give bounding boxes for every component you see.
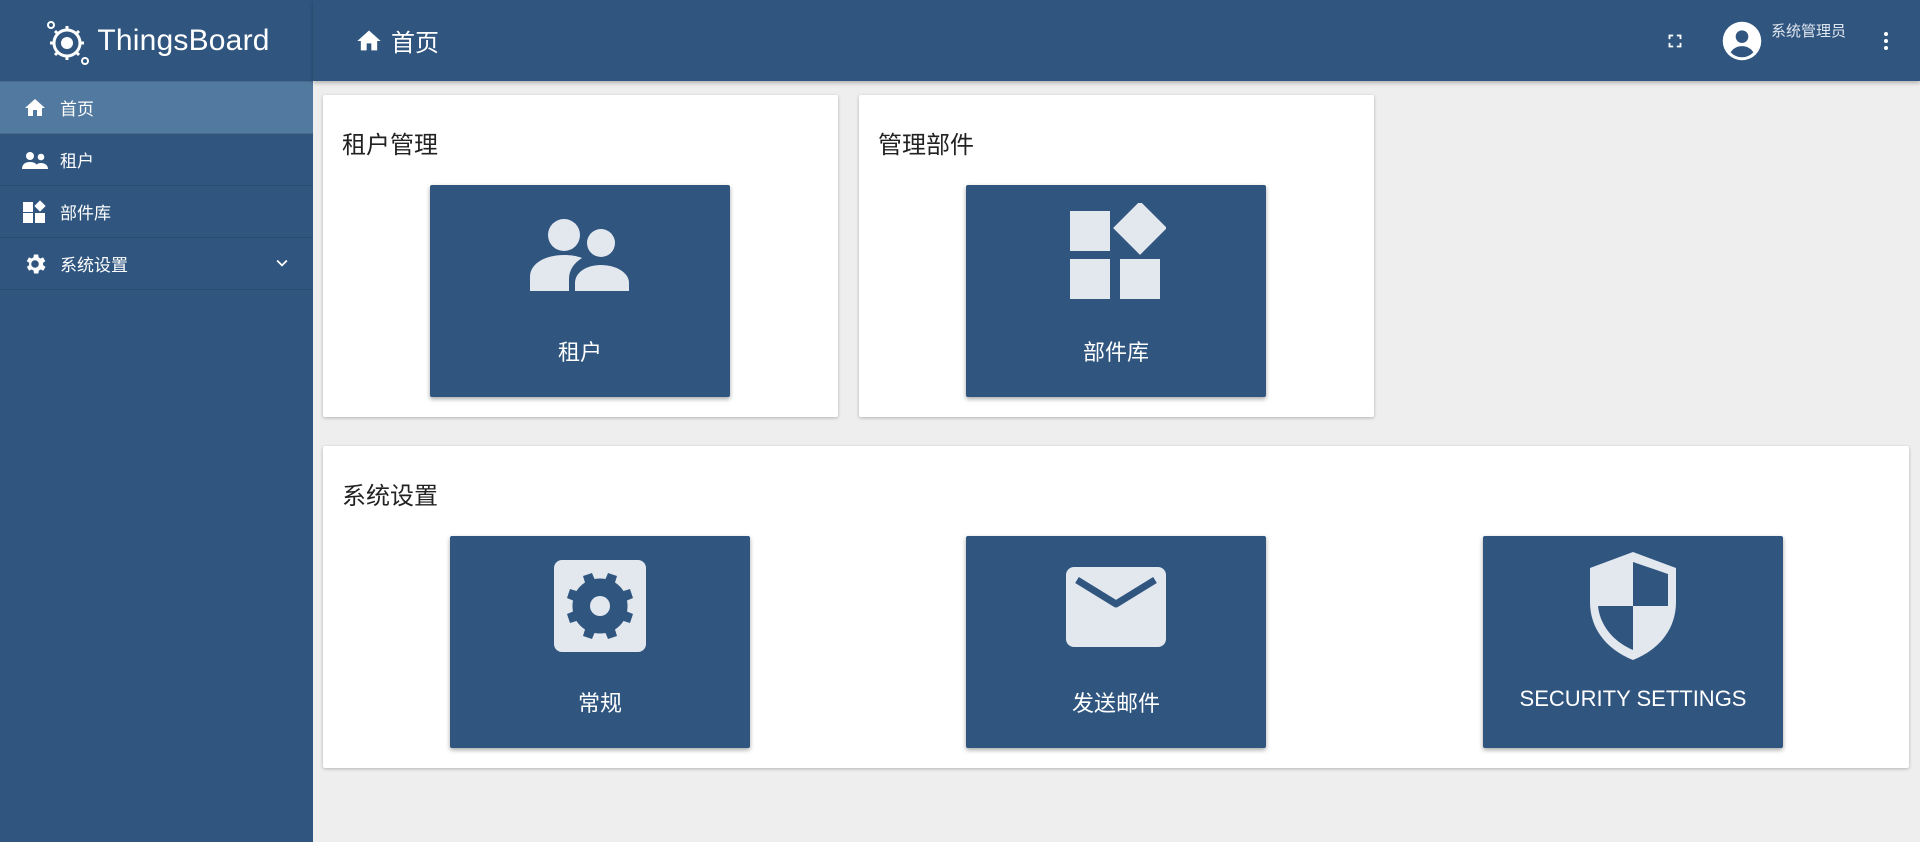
sidebar-item-label: 租户 (60, 152, 94, 171)
gear-icon (450, 560, 750, 652)
general-settings-tile[interactable]: 常规 (450, 536, 750, 748)
shield-icon (1483, 550, 1783, 662)
gear-icon (20, 252, 50, 276)
widgets-icon (966, 203, 1266, 303)
thingsboard-logo-icon (47, 20, 90, 65)
widgets-library-tile[interactable]: 部件库 (966, 185, 1266, 397)
sidebar-item-label: 首页 (60, 100, 94, 119)
fullscreen-icon (1668, 34, 1682, 47)
system-settings-card: 系统设置 常规 发送邮件 SECURITY SETTINGS (323, 446, 1909, 768)
sidebar-item-home[interactable]: 首页 (0, 82, 313, 134)
mail-settings-tile[interactable]: 发送邮件 (966, 536, 1266, 748)
sidebar-item-label: 部件库 (60, 204, 111, 223)
top-actions: 系统管理员 (1655, 0, 1920, 81)
home-icon (357, 30, 381, 50)
mail-icon (966, 566, 1266, 648)
sidebar: ThingsBoard 首页 租户 部件库 系统设置 (0, 0, 313, 842)
user-name: 系统管理员 (1770, 23, 1846, 40)
sidebar-item-widgets[interactable]: 部件库 (0, 186, 313, 238)
chevron-down-icon[interactable] (271, 252, 293, 279)
sidebar-item-label: 系统设置 (60, 256, 128, 275)
tenant-management-card: 租户管理 租户 (323, 95, 838, 417)
tenants-tile[interactable]: 租户 (430, 185, 730, 397)
card-title: 系统设置 (342, 483, 438, 510)
logo[interactable]: ThingsBoard (0, 0, 313, 82)
tile-label: 租户 (557, 340, 602, 365)
tile-label: SECURITY SETTINGS (1519, 686, 1747, 711)
sidebar-item-system-settings[interactable]: 系统设置 (0, 238, 313, 290)
more-vert-icon (1884, 31, 1888, 50)
users-icon (430, 217, 730, 291)
security-settings-tile[interactable]: SECURITY SETTINGS (1483, 536, 1783, 748)
home-icon (20, 96, 50, 120)
avatar (1722, 21, 1762, 61)
breadcrumb: 首页 (355, 23, 439, 58)
more-menu-button[interactable] (1866, 21, 1906, 61)
card-title: 管理部件 (878, 132, 974, 159)
page-title: 首页 (391, 30, 439, 57)
tile-label: 部件库 (1082, 340, 1149, 365)
user-menu[interactable]: 系统管理员 (1721, 0, 1846, 81)
widgets-icon (20, 199, 50, 224)
fullscreen-button[interactable] (1655, 21, 1695, 61)
widgets-management-card: 管理部件 部件库 (859, 95, 1374, 417)
logo-text: ThingsBoard (97, 23, 270, 57)
tile-label: 发送邮件 (1071, 691, 1160, 716)
users-icon (20, 148, 50, 172)
top-bar: 首页 系统管理员 (313, 0, 1920, 81)
card-title: 租户管理 (342, 132, 438, 159)
sidebar-item-tenants[interactable]: 租户 (0, 134, 313, 186)
tile-label: 常规 (577, 691, 622, 716)
